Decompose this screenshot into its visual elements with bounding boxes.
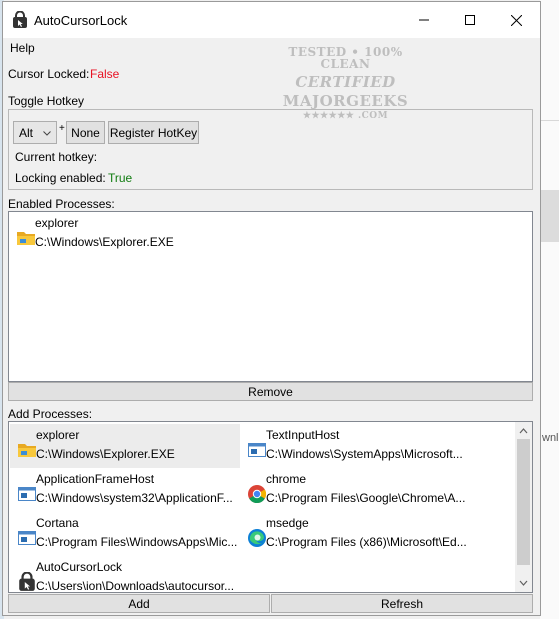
majorgeeks-watermark: TESTED • 100% CLEAN CERTIFIED MAJORGEEKS…	[273, 44, 418, 122]
watermark-line4: ★★★★★★ .COM	[302, 111, 389, 121]
minimize-icon	[419, 19, 429, 21]
watermark-line2: CERTIFIED	[295, 73, 396, 91]
menu-bar: Help	[3, 38, 540, 57]
current-hotkey-label: Current hotkey:	[15, 150, 98, 164]
edge-icon	[248, 529, 266, 547]
close-icon	[510, 14, 522, 26]
minimize-button[interactable]	[401, 2, 447, 38]
process-path: C:\Windows\system32\ApplicationF...	[36, 491, 233, 505]
lock-app-icon	[13, 11, 27, 28]
enabled-processes-list[interactable]: explorer C:\Windows\Explorer.EXE	[8, 211, 533, 382]
process-name: Cortana	[36, 516, 79, 530]
modifier-value: Alt	[19, 125, 34, 140]
process-name: msedge	[266, 516, 309, 530]
process-path: C:\Windows\SystemApps\Microsoft...	[266, 447, 463, 461]
refresh-button[interactable]: Refresh	[271, 594, 533, 613]
register-hotkey-button[interactable]: Register HotKey	[108, 121, 199, 144]
maximize-icon	[465, 15, 475, 25]
watermark-line1: TESTED • 100% CLEAN	[288, 45, 403, 71]
list-item[interactable]: explorer C:\Windows\Explorer.EXE	[10, 424, 240, 468]
toggle-hotkey-label: Toggle Hotkey	[8, 94, 85, 108]
list-item[interactable]: msedge C:\Program Files (x86)\Microsoft\…	[240, 512, 512, 556]
title-bar[interactable]: AutoCursorLock	[3, 2, 540, 38]
window-icon	[248, 443, 266, 457]
add-processes-list[interactable]: explorer C:\Windows\Explorer.EXE TextInp…	[8, 421, 533, 593]
modifier-dropdown[interactable]: Alt	[13, 121, 57, 144]
add-processes-label: Add Processes:	[8, 407, 93, 421]
lock-app-icon	[19, 572, 35, 591]
process-name: explorer	[35, 216, 79, 230]
list-item[interactable]: ApplicationFrameHost C:\Windows\system32…	[10, 468, 240, 512]
scrollbar-thumb[interactable]	[517, 439, 530, 565]
process-name: chrome	[266, 472, 307, 486]
locking-enabled-label: Locking enabled:	[15, 171, 106, 185]
list-item[interactable]: chrome C:\Program Files\Google\Chrome\A.…	[240, 468, 512, 512]
hotkey-key-button[interactable]: None	[66, 121, 105, 144]
folder-icon	[17, 232, 35, 245]
chevron-down-icon	[43, 131, 51, 136]
window-title: AutoCursorLock	[34, 13, 128, 28]
process-path: C:\Users\ion\Downloads\autocursor...	[36, 579, 235, 593]
process-name: explorer	[36, 428, 80, 442]
plus-label: +	[59, 123, 65, 134]
close-button[interactable]	[493, 2, 539, 38]
add-button[interactable]: Add	[8, 594, 270, 613]
process-path: C:\Program Files\Google\Chrome\A...	[266, 491, 466, 505]
enabled-processes-label: Enabled Processes:	[8, 197, 115, 211]
list-item[interactable]: TextInputHost C:\Windows\SystemApps\Micr…	[240, 424, 512, 468]
cursor-locked-value: False	[90, 67, 120, 81]
toggle-hotkey-group: Alt + None Register HotKey Current hotke…	[8, 109, 533, 190]
main-content: Cursor Locked: False Toggle Hotkey Alt +…	[3, 57, 540, 615]
background-partial-text: wnlo	[542, 432, 559, 444]
process-name: TextInputHost	[266, 428, 340, 442]
background-window: wnlo	[540, 0, 559, 619]
vertical-scrollbar[interactable]	[515, 422, 532, 592]
window-icon	[18, 487, 36, 501]
process-path: C:\Windows\Explorer.EXE	[36, 447, 175, 461]
process-path: C:\Windows\Explorer.EXE	[35, 235, 174, 249]
process-path: C:\Program Files (x86)\Microsoft\Ed...	[266, 535, 467, 549]
scroll-down-icon[interactable]	[515, 576, 532, 590]
menu-help[interactable]: Help	[10, 41, 35, 55]
list-item[interactable]: AutoCursorLock C:\Users\ion\Downloads\au…	[10, 556, 240, 593]
list-item[interactable]: explorer C:\Windows\Explorer.EXE	[9, 212, 532, 256]
process-name: AutoCursorLock	[36, 560, 123, 574]
list-item[interactable]: Cortana C:\Program Files\WindowsApps\Mic…	[10, 512, 240, 556]
locking-enabled-value: True	[108, 171, 133, 185]
process-path: C:\Program Files\WindowsApps\Mic...	[36, 535, 238, 549]
window-icon	[18, 531, 36, 545]
scroll-up-icon[interactable]	[515, 424, 532, 438]
folder-icon	[18, 444, 36, 457]
app-window: AutoCursorLock Help Cursor Locked: False…	[2, 1, 541, 616]
process-name: ApplicationFrameHost	[36, 472, 155, 486]
chrome-icon	[248, 485, 267, 504]
maximize-button[interactable]	[447, 2, 493, 38]
watermark-line3: MAJORGEEKS	[282, 92, 409, 110]
remove-button[interactable]: Remove	[8, 382, 533, 401]
cursor-locked-label: Cursor Locked:	[8, 67, 90, 81]
